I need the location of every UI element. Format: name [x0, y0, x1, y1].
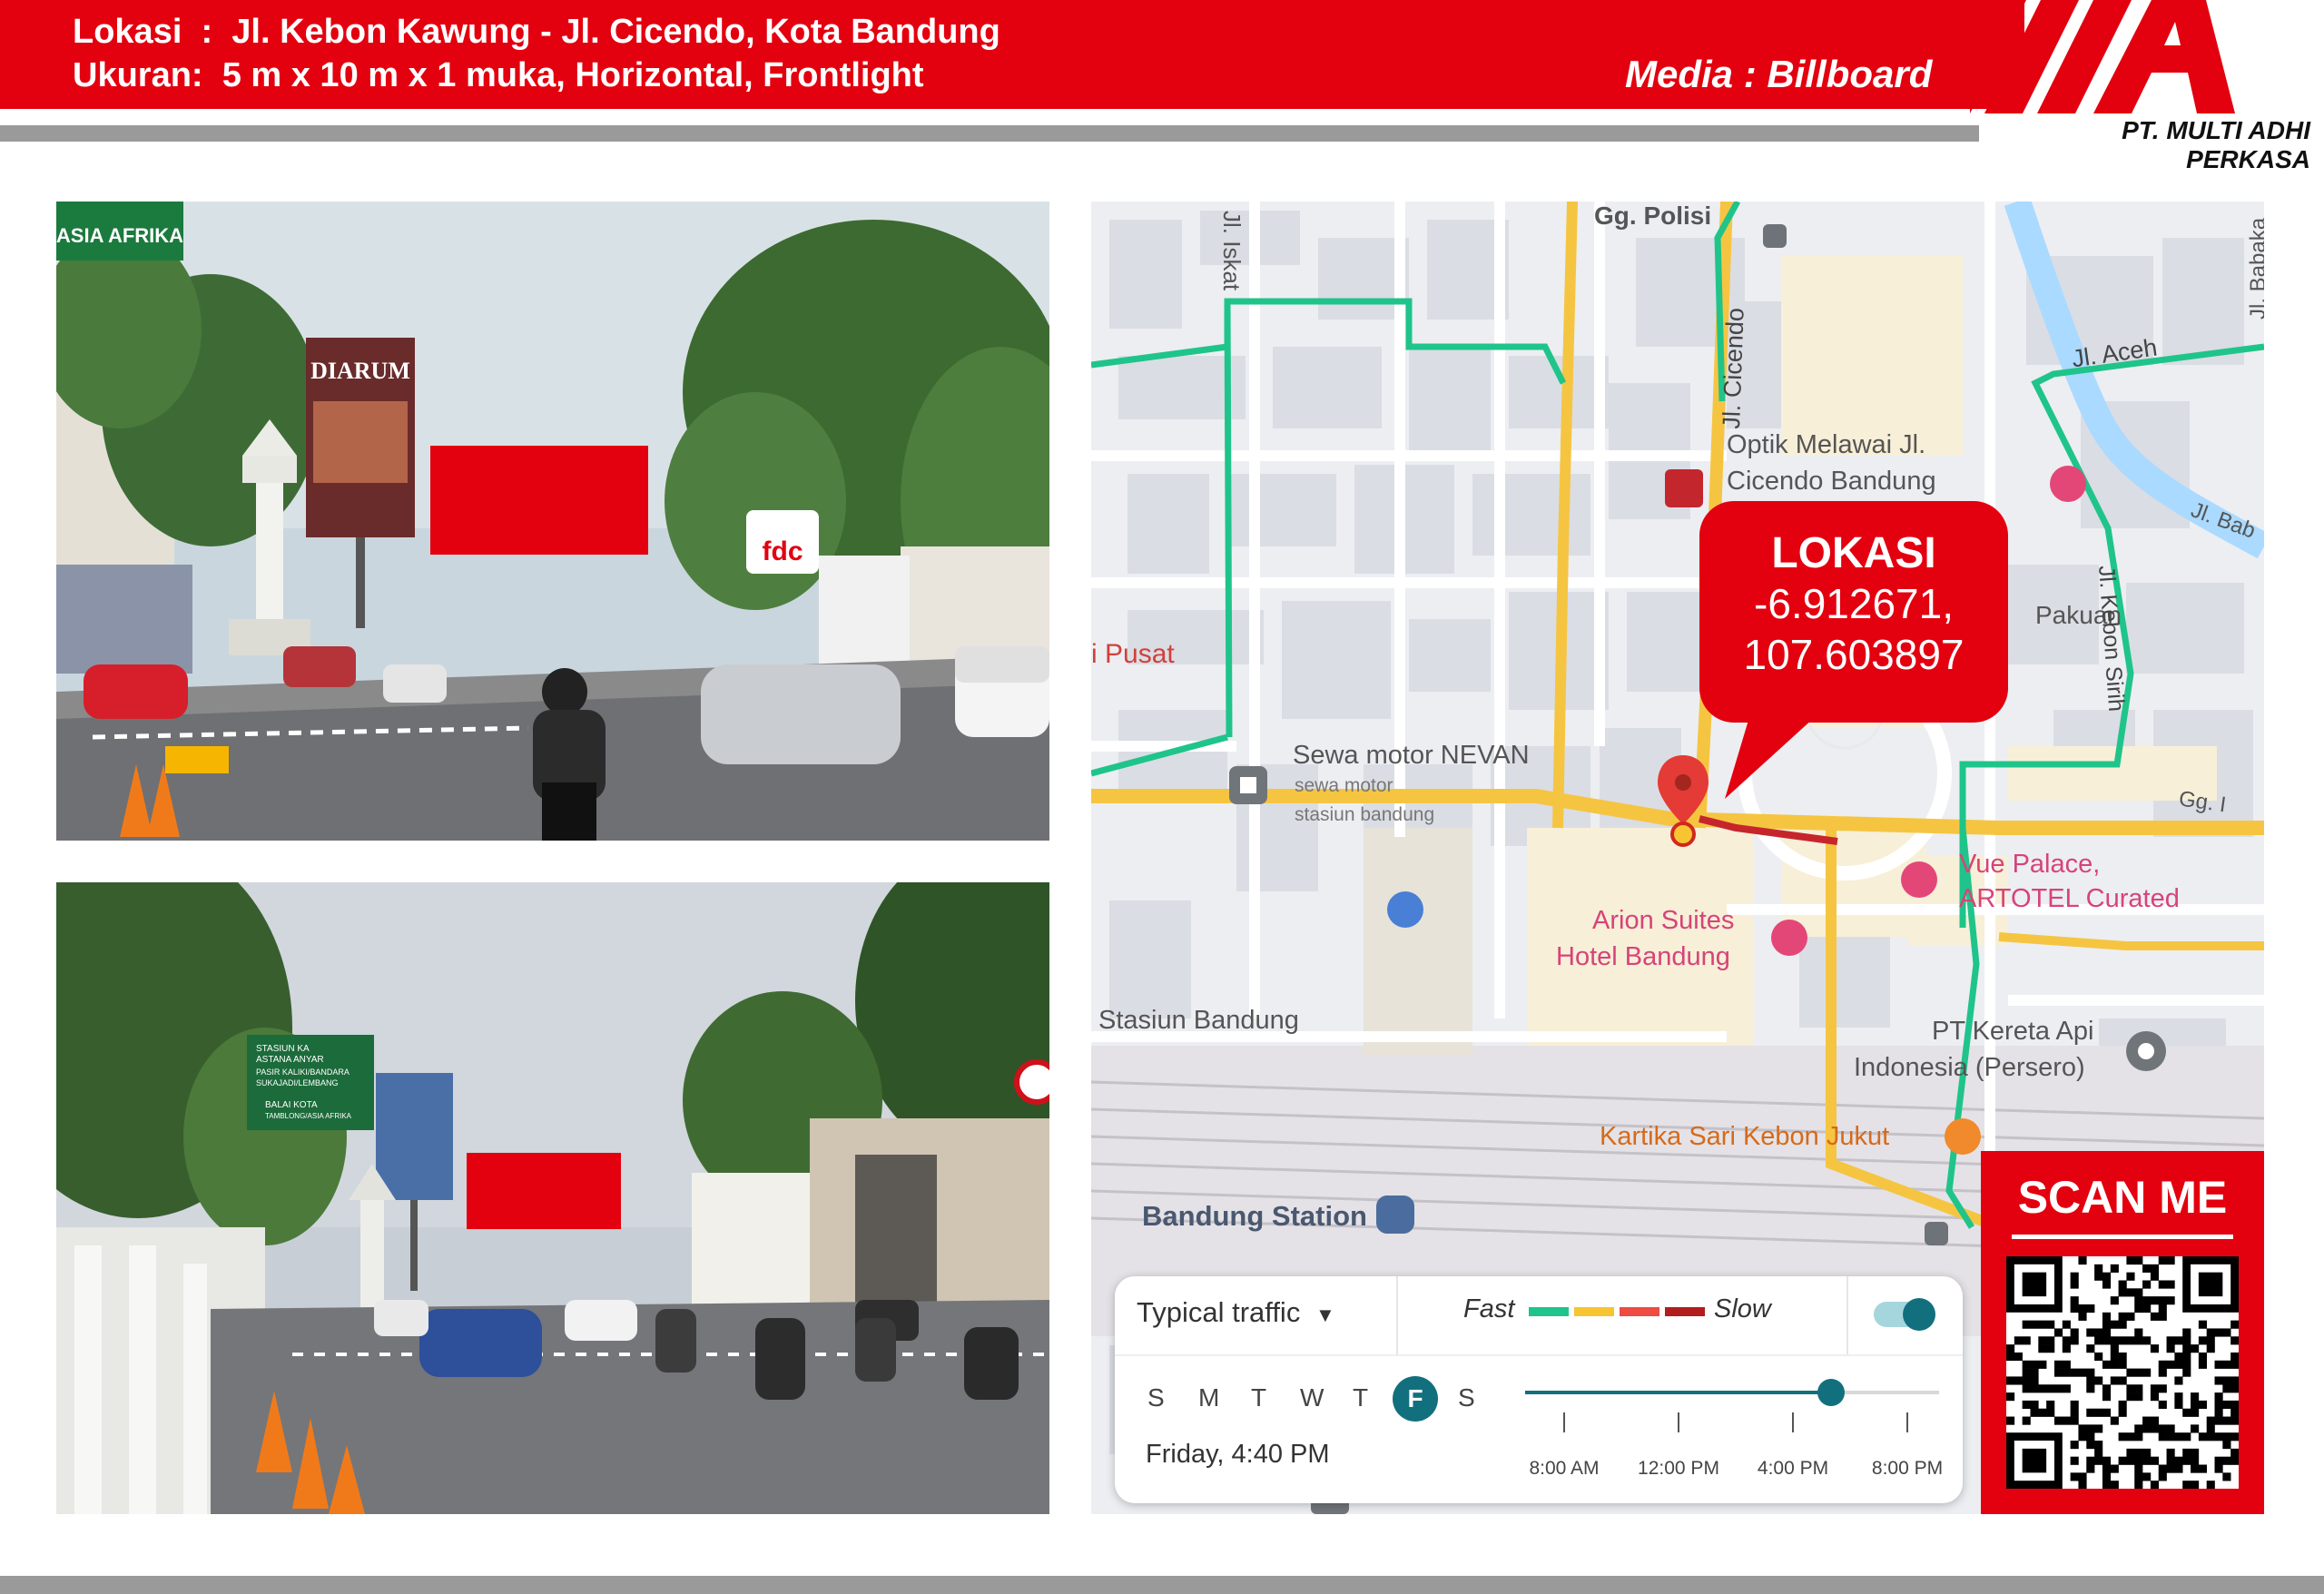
map-label-kai-2: Indonesia (Persero)	[1854, 1053, 2085, 1082]
hotel-icon	[2050, 466, 2086, 502]
tick-8pm	[1906, 1412, 1908, 1432]
billboard-marker-bottom	[467, 1153, 621, 1229]
qr-code-graphic	[2006, 1256, 2240, 1490]
time-8am: 8:00 AM	[1529, 1458, 1600, 1479]
time-12pm: 12:00 PM	[1638, 1458, 1719, 1479]
road-sign-line3: PASIR KALIKI/BANDARA	[256, 1068, 350, 1077]
time-slider[interactable]	[1525, 1379, 1939, 1406]
day-sat[interactable]: S	[1458, 1383, 1475, 1412]
legend-slow-swatch	[1620, 1307, 1659, 1316]
map-label-stasiun: Stasiun Bandung	[1098, 1006, 1299, 1035]
map-label-bandung-station: Bandung Station	[1142, 1200, 1367, 1232]
day-mon[interactable]: M	[1198, 1383, 1219, 1412]
optik-store-icon	[1665, 469, 1703, 507]
map-label-kai-1: PT Kereta Api	[1932, 1017, 2094, 1046]
location-line: Lokasi : Jl. Kebon Kawung - Jl. Cicendo,…	[73, 13, 1000, 52]
media-type: Media : Billboard	[1625, 53, 1933, 95]
callout-title: LOKASI	[1771, 529, 1936, 577]
day-wed[interactable]: W	[1300, 1383, 1324, 1412]
transit-icon-right	[1925, 1222, 1948, 1245]
parking-icon	[1387, 891, 1423, 928]
map-label-sewa-2: sewa motor	[1295, 775, 1393, 796]
callout-lng: 107.603897	[1743, 631, 1965, 678]
panel-rule	[1115, 1354, 1963, 1356]
map-label-optik-1: Optik Melawai Jl.	[1727, 430, 1926, 459]
selected-time: Friday, 4:40 PM	[1146, 1440, 1330, 1469]
map-label-jl-babakan: Jl. Babaka	[2246, 217, 2264, 320]
traffic-fast-label: Fast	[1463, 1294, 1515, 1323]
traffic-mode[interactable]: Typical traffic ▼	[1137, 1296, 1335, 1329]
diarum-sign: DIARUM	[310, 358, 410, 384]
divider	[1396, 1276, 1398, 1354]
tick-12pm	[1678, 1412, 1679, 1432]
map-label-jl-iskat: Jl. Iskat	[1218, 211, 1246, 291]
size-label: Ukuran:	[73, 56, 203, 94]
road-sign-line2: ASTANA ANYAR	[256, 1055, 324, 1065]
hotel-vue-icon	[1901, 861, 1937, 898]
header-rule	[0, 125, 1979, 142]
road-sign-line5: BALAI KOTA	[265, 1100, 318, 1110]
scan-me-rule	[2012, 1235, 2233, 1239]
company-logo	[1970, 0, 2235, 113]
time-4pm: 4:00 PM	[1757, 1458, 1829, 1479]
toggle-knob	[1903, 1298, 1935, 1331]
location-label: Lokasi :	[73, 13, 213, 51]
map-label-optik-2: Cicendo Bandung	[1727, 467, 1936, 496]
map-label-arion-1: Arion Suites	[1592, 906, 1735, 935]
tick-8am	[1563, 1412, 1565, 1432]
legend-fast-swatch	[1529, 1307, 1569, 1316]
size-value: 5 m x 10 m x 1 muka, Horizontal, Frontli…	[222, 56, 924, 94]
billboard-marker-top	[430, 446, 648, 555]
scan-me-panel: SCAN ME	[1981, 1151, 2264, 1514]
map-label-pusat: i Pusat	[1091, 639, 1175, 669]
day-fri-selected[interactable]: F	[1393, 1376, 1438, 1422]
day-thu[interactable]: T	[1353, 1383, 1368, 1412]
map-label-kartika: Kartika Sari Kebon Jukut	[1600, 1122, 1890, 1151]
page: Lokasi : Jl. Kebon Kawung - Jl. Cicendo,…	[0, 0, 2324, 1594]
traffic-slow-label: Slow	[1714, 1294, 1771, 1323]
map-label-vue-1: Vue Palace,	[1959, 850, 2101, 879]
restaurant-icon	[1945, 1118, 1981, 1155]
location-value: Jl. Kebon Kawung - Jl. Cicendo, Kota Ban…	[231, 13, 1000, 51]
map-label-vue-2: ARTOTEL Curated	[1959, 884, 2180, 913]
road-sign-line1: STASIUN KA	[256, 1044, 310, 1054]
divider-2	[1846, 1276, 1848, 1354]
road-sign-line4: SUKAJADI/LEMBANG	[256, 1078, 339, 1087]
footer-rule	[0, 1576, 2324, 1594]
map-label-arion-2: Hotel Bandung	[1556, 942, 1730, 971]
time-slider-fill	[1525, 1391, 1832, 1394]
map-label-sewa-3: stasiun bandung	[1295, 804, 1435, 825]
asia-afrika-sign: ASIA AFRIKA	[56, 224, 183, 247]
hotel-arion-icon	[1771, 920, 1807, 956]
location-callout: LOKASI -6.912671, 107.603897	[1699, 501, 2008, 723]
time-slider-knob[interactable]	[1817, 1379, 1846, 1406]
map-label-gg-polisi: Gg. Polisi	[1594, 202, 1712, 230]
train-station-icon	[1376, 1196, 1414, 1234]
fdc-sign: fdc	[763, 536, 803, 566]
legend-medium-swatch	[1574, 1307, 1614, 1316]
tick-4pm	[1792, 1412, 1794, 1432]
traffic-toggle[interactable]	[1874, 1298, 1935, 1331]
map-label-jl-cicendo: Jl. Cicendo	[1718, 307, 1749, 430]
road-sign-line6: TAMBLONG/ASIA AFRIKA	[265, 1112, 352, 1120]
transit-icon-top	[1763, 224, 1787, 248]
callout-tail	[1725, 708, 1825, 799]
dropdown-arrow-icon: ▼	[1315, 1304, 1335, 1326]
traffic-mode-label: Typical traffic	[1137, 1296, 1301, 1328]
time-8pm: 8:00 PM	[1871, 1458, 1944, 1479]
day-sun[interactable]: S	[1147, 1383, 1165, 1412]
traffic-panel: Typical traffic ▼ Fast Slow S M T W T F …	[1115, 1276, 1963, 1503]
company-name: PT. MULTI ADHI PERKASA	[2122, 116, 2310, 173]
legend-slowest-swatch	[1665, 1307, 1705, 1316]
qr-code[interactable]	[2006, 1256, 2240, 1490]
map-label-sewa-1: Sewa motor NEVAN	[1293, 741, 1530, 770]
callout-lat: -6.912671,	[1754, 580, 1954, 627]
day-tue[interactable]: T	[1251, 1383, 1266, 1412]
size-line: Ukuran: 5 m x 10 m x 1 muka, Horizontal,…	[73, 56, 924, 95]
scan-me-title: SCAN ME	[2017, 1172, 2228, 1223]
